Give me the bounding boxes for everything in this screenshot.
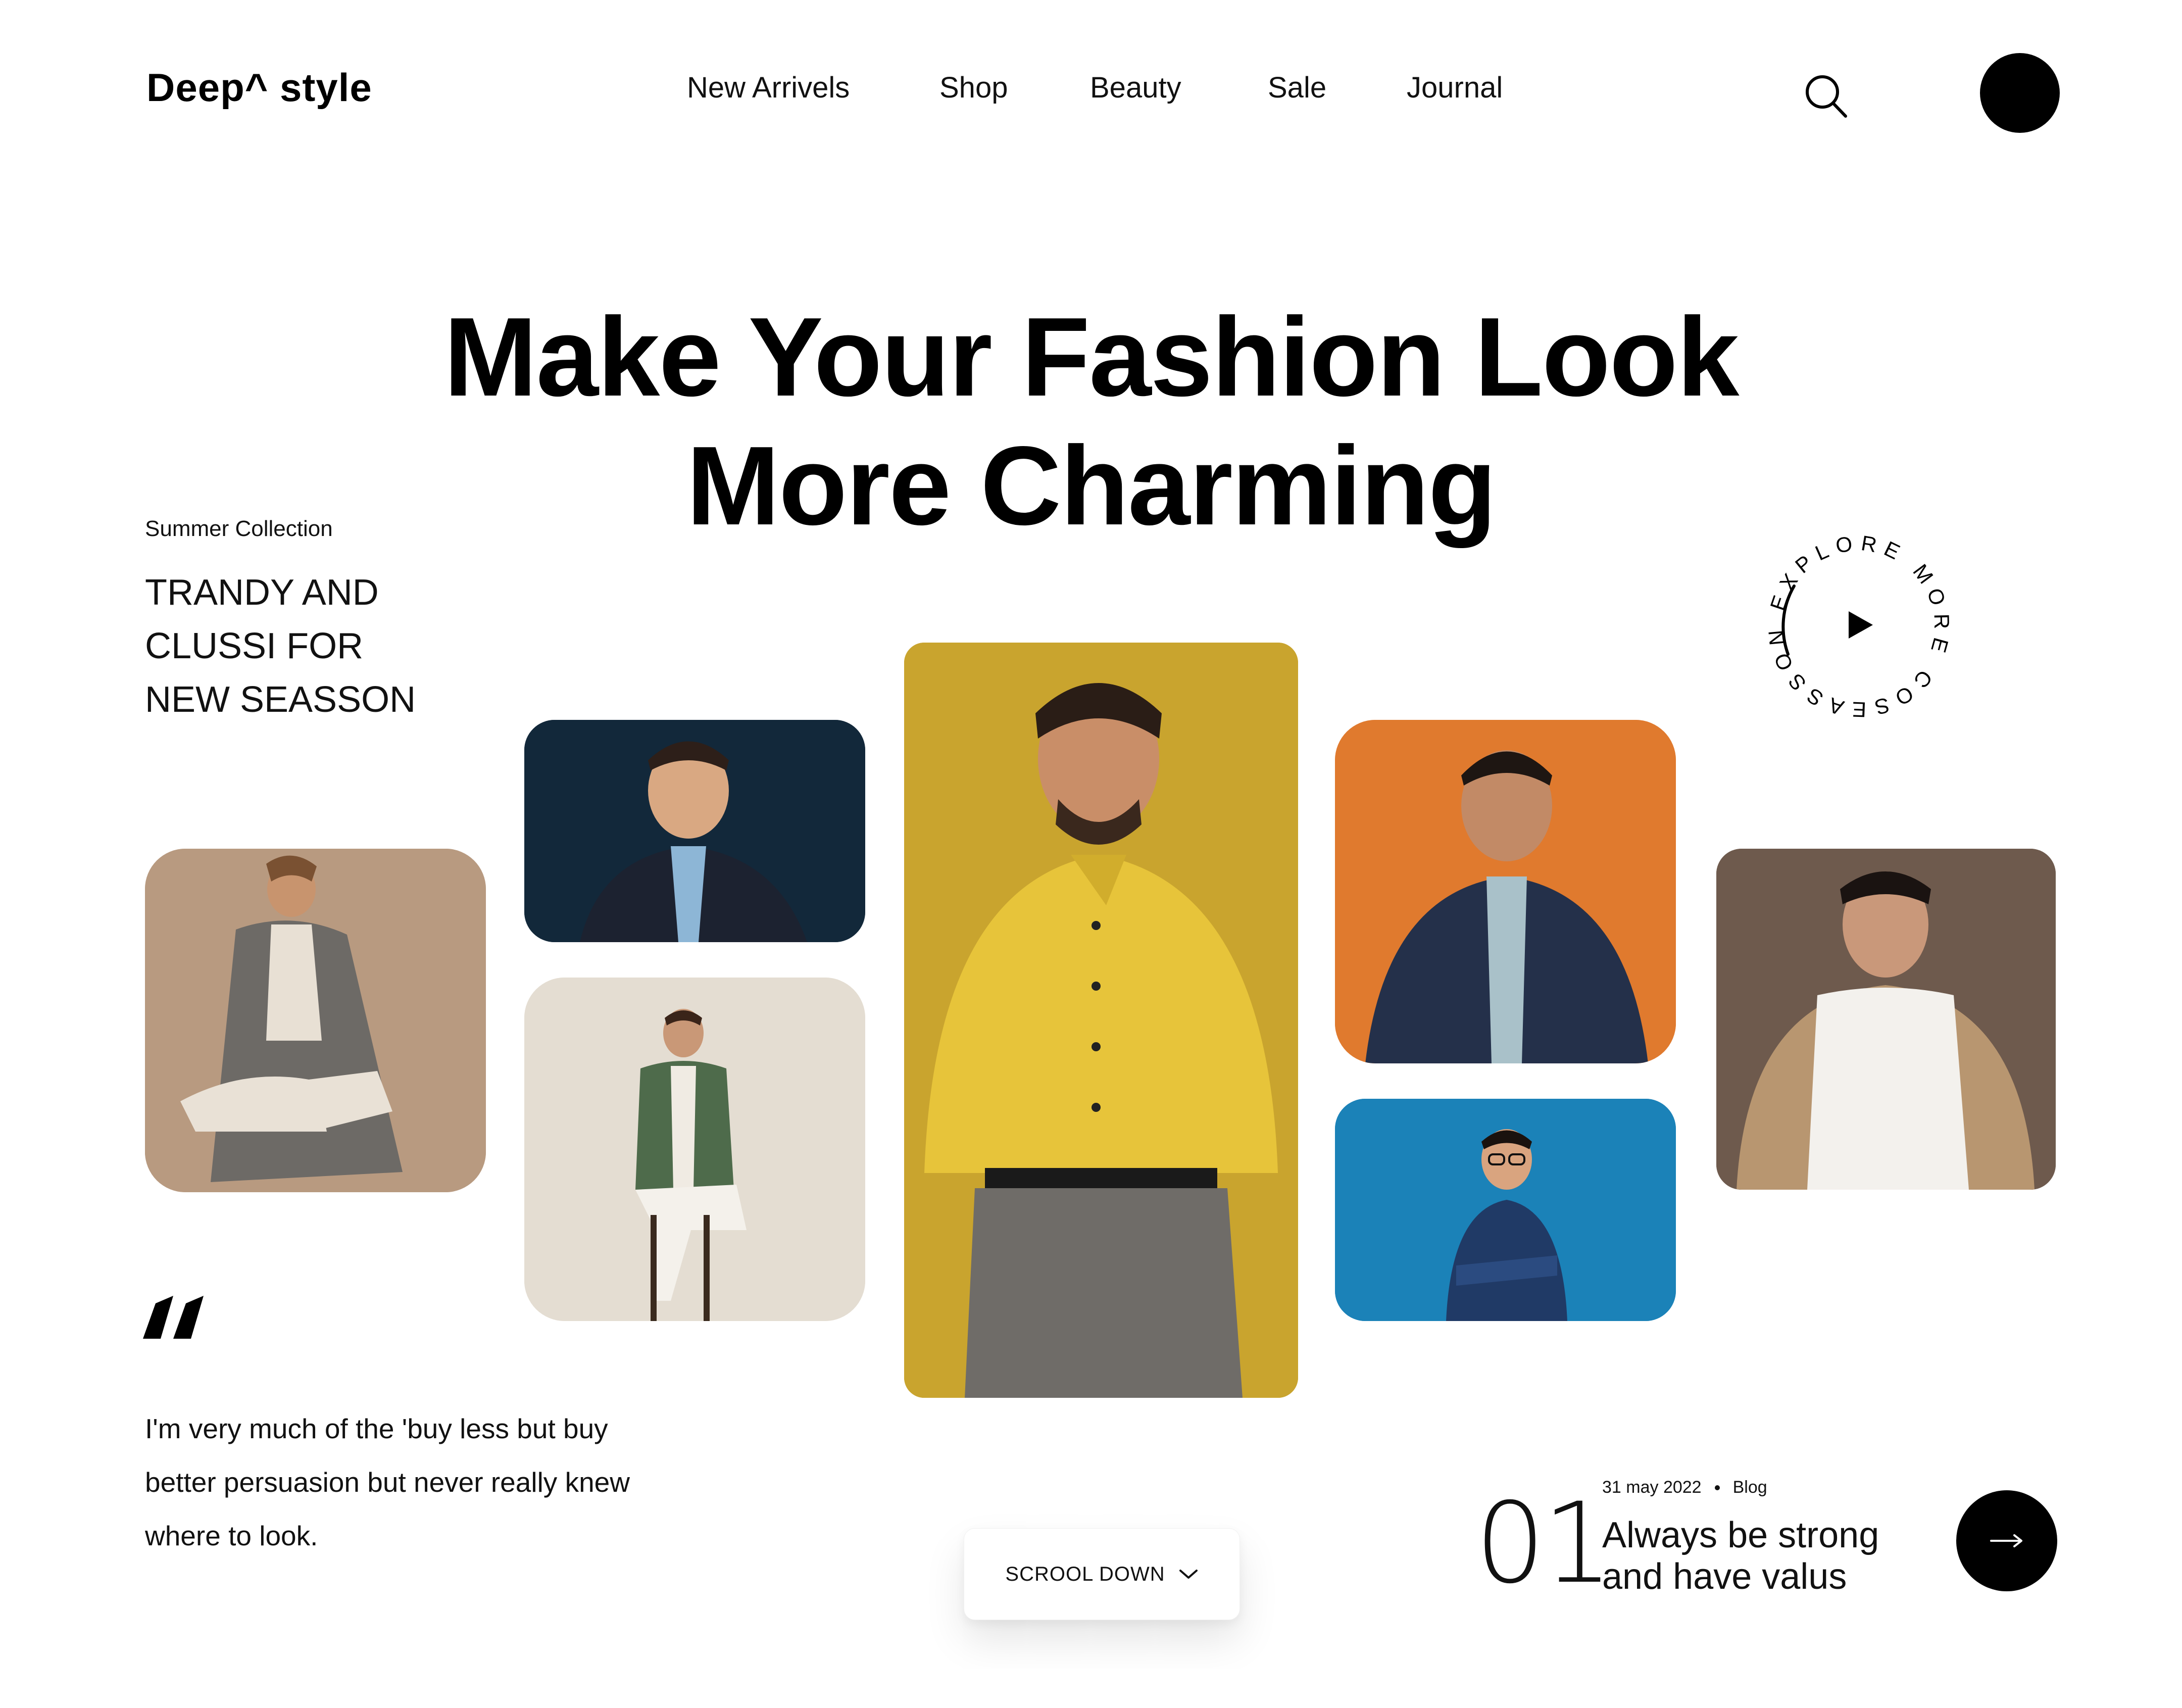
nav-shop[interactable]: Shop	[939, 71, 1008, 105]
play-icon	[1849, 611, 1873, 639]
blog-title-line-1: Always be strong	[1602, 1515, 1879, 1555]
explore-more-badge[interactable]: EXPLORE MORE COSEASSON	[1758, 525, 1960, 727]
tagline-line-3: NEW SEASSON	[145, 679, 416, 720]
photo-model-yellow-shirt	[904, 643, 1298, 1398]
photo-model-navy-blazer	[524, 720, 865, 942]
photo-model-glasses-blue	[1335, 1099, 1676, 1321]
blog-title-line-2: and have valus	[1602, 1556, 1847, 1597]
quote-icon	[140, 1293, 206, 1349]
hero-title: Make Your Fashion Look More Charming	[0, 293, 2182, 551]
arrow-right-icon	[1990, 1534, 2022, 1547]
avatar[interactable]	[1980, 53, 2060, 133]
blog-index-number: 01	[1475, 1479, 1613, 1608]
blog-meta: 31 may 2022 Blog	[1602, 1478, 1767, 1497]
nav-new-arrivals[interactable]: New Arrivels	[687, 71, 850, 105]
search-button[interactable]	[1803, 71, 1849, 121]
nav-beauty[interactable]: Beauty	[1090, 71, 1181, 105]
logo[interactable]: Deep^ style	[146, 65, 372, 111]
collection-tagline: TRANDY AND CLUSSI FOR NEW SEASSON	[145, 566, 416, 726]
blog-next-button[interactable]	[1956, 1490, 2057, 1591]
tagline-line-1: TRANDY AND	[145, 572, 379, 613]
blog-title[interactable]: Always be strong and have valus	[1602, 1515, 1956, 1597]
nav-sale[interactable]: Sale	[1268, 71, 1326, 105]
collection-label: Summer Collection	[145, 516, 333, 541]
nav-journal[interactable]: Journal	[1407, 71, 1503, 105]
photo-model-plaid-coat	[145, 849, 486, 1192]
search-icon	[1806, 75, 1847, 118]
chevron-down-icon	[1179, 1570, 1198, 1579]
blog-date: 31 may 2022	[1602, 1478, 1702, 1497]
quote-line-3: where to look.	[145, 1520, 318, 1551]
tagline-line-2: CLUSSI FOR	[145, 626, 364, 666]
quote-line-1: I'm very much of the 'buy less but buy	[145, 1413, 608, 1444]
scroll-down-label: SCROOL DOWN	[1005, 1563, 1165, 1585]
photo-model-green-cardigan	[524, 978, 865, 1321]
hero-title-line-1: Make Your Fashion Look	[443, 295, 1740, 420]
testimonial-text: I'm very much of the 'buy less but buy b…	[145, 1402, 726, 1563]
quote-line-2: better persuasion but never really knew	[145, 1467, 630, 1498]
blog-category[interactable]: Blog	[1733, 1478, 1767, 1497]
meta-separator-dot	[1714, 1485, 1720, 1490]
photo-model-denim-jacket-orange	[1335, 720, 1676, 1063]
photo-model-white-sweater	[1716, 849, 2056, 1190]
scroll-down-button[interactable]: SCROOL DOWN	[964, 1528, 1240, 1620]
